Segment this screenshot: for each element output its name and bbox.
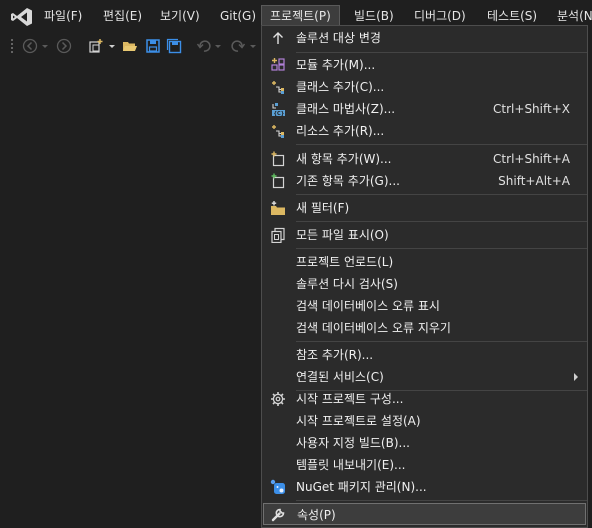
menu-test[interactable]: 테스트(S) bbox=[485, 6, 539, 26]
menu-item-label: 템플릿 내보내기(E)... bbox=[296, 458, 406, 472]
back-dropdown-icon[interactable] bbox=[40, 38, 50, 54]
redo-icon[interactable] bbox=[230, 38, 246, 54]
menu-item-add-class[interactable]: 클래스 추가(C)... bbox=[262, 76, 587, 98]
menu-item-add-existing-item[interactable]: 기존 항목 추가(G)... Shift+Alt+A bbox=[262, 170, 587, 192]
open-folder-icon[interactable] bbox=[122, 38, 138, 54]
arrow-up-icon bbox=[273, 32, 283, 44]
menu-item-label: 클래스 마법사(Z)... bbox=[296, 102, 396, 116]
menu-item-add-resource[interactable]: 리소스 추가(R)... bbox=[262, 120, 587, 142]
menu-item-show-db-errors[interactable]: 검색 데이터베이스 오류 표시 bbox=[262, 295, 587, 317]
new-filter-icon bbox=[271, 201, 285, 215]
visual-studio-logo-icon bbox=[11, 8, 32, 26]
menu-item-label: 프로젝트 언로드(L) bbox=[296, 255, 394, 269]
navigate-back-icon[interactable] bbox=[22, 38, 38, 54]
gear-icon bbox=[271, 392, 285, 406]
menu-separator bbox=[296, 194, 587, 195]
menu-item-label: 검색 데이터베이스 오류 지우기 bbox=[296, 321, 451, 335]
menu-file[interactable]: 파일(F) bbox=[42, 6, 84, 26]
nuget-icon bbox=[270, 479, 285, 494]
menu-git[interactable]: Git(G) bbox=[218, 6, 258, 26]
menu-separator bbox=[296, 144, 587, 145]
menu-item-label: 새 항목 추가(W)... bbox=[296, 152, 392, 166]
menu-debug[interactable]: 디버그(D) bbox=[412, 6, 468, 26]
menu-item-label: 사용자 지정 빌드(B)... bbox=[296, 436, 410, 450]
menu-view[interactable]: 보기(V) bbox=[158, 6, 202, 26]
menu-item-label: 검색 데이터베이스 오류 표시 bbox=[296, 299, 440, 313]
redo-dropdown-icon[interactable] bbox=[248, 38, 258, 54]
menu-item-new-filter[interactable]: 새 필터(F) bbox=[262, 197, 587, 219]
existing-item-icon bbox=[271, 173, 285, 189]
menu-separator bbox=[296, 341, 587, 342]
add-class-icon bbox=[272, 81, 284, 94]
svg-text:{C}: {C} bbox=[274, 111, 285, 117]
menu-item-label: 연결된 서비스(C) bbox=[296, 370, 384, 384]
save-icon[interactable] bbox=[145, 38, 161, 54]
menu-item-shortcut: Ctrl+Shift+A bbox=[493, 152, 570, 166]
menu-item-label: 시작 프로젝트 구성... bbox=[296, 392, 404, 406]
menu-item-label: 모든 파일 표시(O) bbox=[296, 228, 389, 242]
menu-item-export-template[interactable]: 템플릿 내보내기(E)... bbox=[262, 454, 587, 476]
new-item-icon bbox=[271, 151, 285, 167]
menu-separator bbox=[296, 52, 587, 53]
menu-separator bbox=[296, 248, 587, 249]
menu-analyze[interactable]: 분석(N bbox=[555, 6, 592, 26]
menu-item-shortcut: Shift+Alt+A bbox=[498, 174, 570, 188]
menu-item-set-startup-project[interactable]: 시작 프로젝트로 설정(A) bbox=[262, 410, 587, 432]
menu-item-add-module[interactable]: 모듈 추가(M)... bbox=[262, 54, 587, 76]
menu-item-label: 리소스 추가(R)... bbox=[296, 124, 385, 138]
undo-dropdown-icon[interactable] bbox=[213, 38, 223, 54]
menu-item-custom-build[interactable]: 사용자 지정 빌드(B)... bbox=[262, 432, 587, 454]
menu-build[interactable]: 빌드(B) bbox=[352, 6, 396, 26]
menu-item-label: 솔루션 다시 검사(S) bbox=[296, 277, 398, 291]
add-module-icon bbox=[271, 58, 285, 71]
add-resource-icon bbox=[272, 125, 284, 138]
toolbar-grip[interactable] bbox=[10, 38, 14, 54]
show-all-files-icon bbox=[271, 227, 285, 243]
menu-item-configure-startup-projects[interactable]: 시작 프로젝트 구성... bbox=[262, 388, 587, 410]
wrench-icon bbox=[271, 508, 285, 522]
save-all-icon[interactable] bbox=[166, 38, 182, 54]
class-wizard-icon: {C} bbox=[272, 103, 285, 117]
new-project-dropdown-icon[interactable] bbox=[107, 38, 117, 54]
menu-edit[interactable]: 편집(E) bbox=[101, 6, 144, 26]
menu-item-label: 참조 추가(R)... bbox=[296, 348, 374, 362]
navigate-forward-icon[interactable] bbox=[56, 38, 72, 54]
menu-item-label: NuGet 패키지 관리(N)... bbox=[296, 480, 427, 494]
menu-item-label: 속성(P) bbox=[297, 508, 336, 522]
menu-item-connected-services[interactable]: 연결된 서비스(C) bbox=[262, 366, 587, 388]
menu-project[interactable]: 프로젝트(P) bbox=[261, 5, 340, 27]
project-menu-dropdown: 솔루션 대상 변경 모듈 추가(M)... 클래스 추가(C)... {C} 클… bbox=[261, 25, 588, 528]
menu-item-retarget-solution[interactable]: 솔루션 대상 변경 bbox=[262, 27, 587, 49]
menu-item-label: 시작 프로젝트로 설정(A) bbox=[296, 414, 421, 428]
menu-separator bbox=[296, 500, 587, 501]
undo-icon[interactable] bbox=[196, 38, 212, 54]
menu-item-manage-nuget[interactable]: NuGet 패키지 관리(N)... bbox=[262, 476, 587, 498]
menu-item-label: 모듈 추가(M)... bbox=[296, 58, 376, 72]
menu-separator bbox=[296, 221, 587, 222]
menu-item-add-reference[interactable]: 참조 추가(R)... bbox=[262, 344, 587, 366]
menu-item-add-new-item[interactable]: 새 항목 추가(W)... Ctrl+Shift+A bbox=[262, 148, 587, 170]
menu-item-clear-db-errors[interactable]: 검색 데이터베이스 오류 지우기 bbox=[262, 317, 587, 339]
menu-item-shortcut: Ctrl+Shift+X bbox=[493, 102, 570, 116]
menu-item-label: 기존 항목 추가(G)... bbox=[296, 174, 400, 188]
menu-item-rescan-solution[interactable]: 솔루션 다시 검사(S) bbox=[262, 273, 587, 295]
menu-item-label: 솔루션 대상 변경 bbox=[296, 31, 381, 45]
menu-item-unload-project[interactable]: 프로젝트 언로드(L) bbox=[262, 251, 587, 273]
menu-item-properties[interactable]: 속성(P) bbox=[263, 503, 586, 525]
menu-item-label: 클래스 추가(C)... bbox=[296, 80, 385, 94]
menu-item-label: 새 필터(F) bbox=[296, 201, 350, 215]
menu-item-class-wizard[interactable]: {C} 클래스 마법사(Z)... Ctrl+Shift+X bbox=[262, 98, 587, 120]
menu-item-show-all-files[interactable]: 모든 파일 표시(O) bbox=[262, 224, 587, 246]
new-project-icon[interactable] bbox=[88, 38, 104, 54]
submenu-arrow-icon bbox=[574, 373, 578, 381]
